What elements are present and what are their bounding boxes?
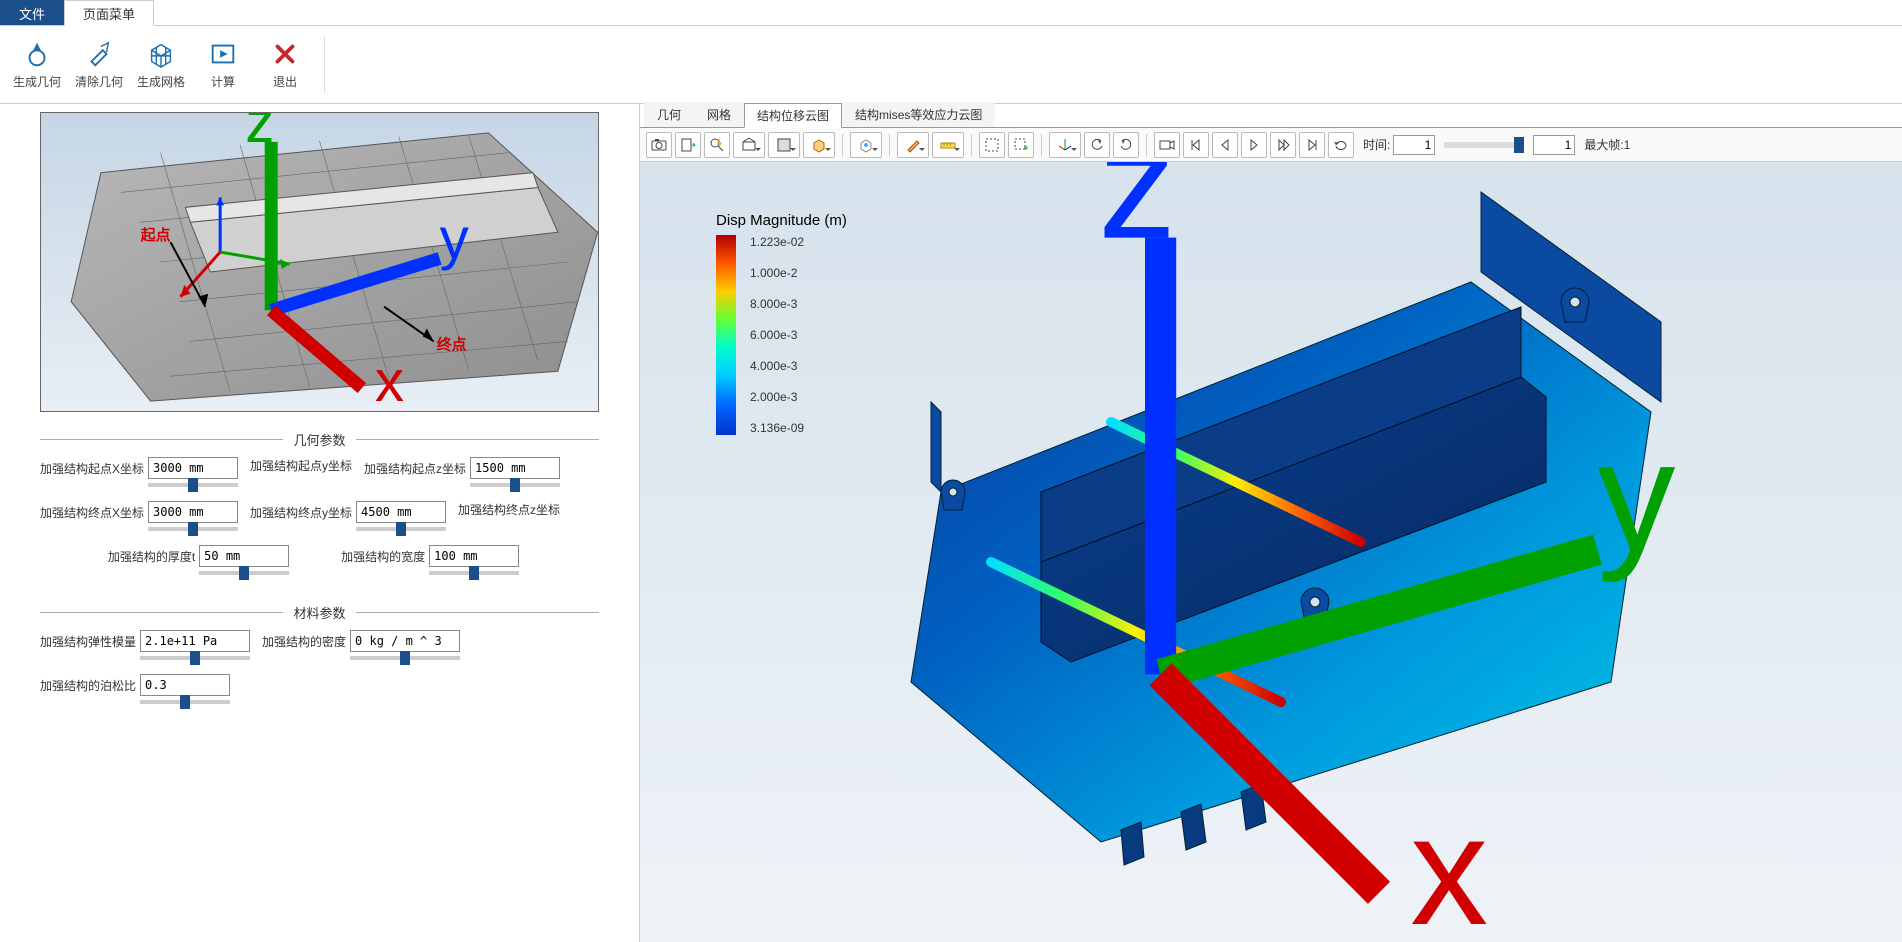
next-frame-icon[interactable]	[1270, 132, 1296, 158]
axes-mode-icon[interactable]	[1049, 132, 1081, 158]
end-y-label: 加强结构终点y坐标	[250, 504, 352, 521]
end-z-label: 加强结构终点z坐标	[458, 501, 560, 518]
view-reset-icon[interactable]	[733, 132, 765, 158]
color-by-icon[interactable]	[850, 132, 882, 158]
rotate-cw-icon[interactable]	[1113, 132, 1139, 158]
viewer-toolbar: 时间: 最大帧:1	[640, 128, 1902, 162]
end-x-slider[interactable]	[148, 527, 238, 531]
max-frame-label: 最大帧:1	[1584, 136, 1630, 153]
zoom-lightning-icon[interactable]	[704, 132, 730, 158]
thickness-input[interactable]	[199, 545, 289, 567]
start-x-label: 加强结构起点X坐标	[40, 460, 144, 477]
separator	[1041, 134, 1042, 156]
start-z-label: 加强结构起点z坐标	[364, 460, 466, 477]
frame-start-input[interactable]	[1393, 135, 1435, 155]
gen-mesh-button[interactable]: 生成网格	[134, 32, 188, 97]
movie-icon[interactable]	[1154, 132, 1180, 158]
camera-icon[interactable]	[646, 132, 672, 158]
tab-page-menu[interactable]: 页面菜单	[64, 0, 154, 26]
play-icon[interactable]	[1241, 132, 1267, 158]
menu-tabs: 文件 页面菜单	[0, 0, 1902, 26]
export-icon[interactable]	[675, 132, 701, 158]
start-x-slider[interactable]	[148, 483, 238, 487]
modulus-label: 加强结构弹性模量	[40, 633, 136, 650]
gen-mesh-label: 生成网格	[137, 73, 185, 90]
view-tabs: 几何 网格 结构位移云图 结构mises等效应力云图	[640, 104, 1902, 128]
gen-geom-label: 生成几何	[13, 73, 61, 90]
prev-frame-icon[interactable]	[1212, 132, 1238, 158]
start-z-slider[interactable]	[470, 483, 560, 487]
frame-slider[interactable]	[1444, 142, 1524, 148]
exit-label: 退出	[273, 73, 297, 90]
geometry-preview[interactable]: 起点 终点 z y x	[40, 112, 599, 412]
left-panel: 起点 终点 z y x 几何参数 加强结构起点X坐标	[0, 104, 640, 942]
modulus-input[interactable]	[140, 630, 250, 652]
brush-icon[interactable]	[897, 132, 929, 158]
tab-mesh[interactable]: 网格	[694, 102, 744, 127]
thickness-label: 加强结构的厚度t	[108, 548, 195, 565]
width-slider[interactable]	[429, 571, 519, 575]
right-panel: 几何 网格 结构位移云图 结构mises等效应力云图	[640, 104, 1902, 942]
start-x-input[interactable]	[148, 457, 238, 479]
shade-mode-icon[interactable]	[768, 132, 800, 158]
separator	[971, 134, 972, 156]
end-x-label: 加强结构终点X坐标	[40, 504, 144, 521]
ribbon: 生成几何 清除几何 生成网格 计算 退出	[0, 26, 1902, 104]
poisson-slider[interactable]	[140, 700, 230, 704]
compute-label: 计算	[211, 73, 235, 90]
density-input[interactable]	[350, 630, 460, 652]
density-slider[interactable]	[350, 656, 460, 660]
select-plus-icon[interactable]	[1008, 132, 1034, 158]
rotate-ccw-icon[interactable]	[1084, 132, 1110, 158]
material-params-legend: 材料参数	[283, 603, 355, 622]
separator	[842, 134, 843, 156]
material-params-group: 材料参数 加强结构弹性模量 加强结构的密度 加强结构的泊松比	[40, 603, 599, 718]
svg-text:y: y	[440, 206, 470, 271]
frame-end-input[interactable]	[1533, 135, 1575, 155]
svg-text:z: z	[1098, 162, 1176, 272]
tab-geometry[interactable]: 几何	[644, 102, 694, 127]
modulus-slider[interactable]	[140, 656, 250, 660]
tab-mises[interactable]: 结构mises等效应力云图	[842, 102, 995, 127]
svg-text:y: y	[1597, 410, 1675, 584]
viewport-triad-icon: z y x	[670, 162, 1902, 924]
ruler-icon[interactable]	[932, 132, 964, 158]
first-frame-icon[interactable]	[1183, 132, 1209, 158]
result-viewport[interactable]: Disp Magnitude (m) 1.223e-02 1.000e-2 8.…	[640, 162, 1902, 942]
exit-button[interactable]: 退出	[258, 32, 312, 97]
start-z-input[interactable]	[470, 457, 560, 479]
width-label: 加强结构的宽度	[341, 548, 425, 565]
svg-text:x: x	[375, 349, 404, 401]
end-x-input[interactable]	[148, 501, 238, 523]
representation-icon[interactable]	[803, 132, 835, 158]
poisson-label: 加强结构的泊松比	[40, 677, 136, 694]
preview-triad-icon: z y x	[51, 112, 599, 401]
loop-icon[interactable]	[1328, 132, 1354, 158]
svg-text:z: z	[245, 112, 274, 155]
density-label: 加强结构的密度	[262, 633, 346, 650]
end-y-input[interactable]	[356, 501, 446, 523]
last-frame-icon[interactable]	[1299, 132, 1325, 158]
select-box-icon[interactable]	[979, 132, 1005, 158]
time-label: 时间:	[1363, 136, 1390, 153]
separator	[889, 134, 890, 156]
geometry-params-group: 几何参数 加强结构起点X坐标 加强结构起点y坐标 加强结构起点z坐标	[40, 430, 599, 589]
width-input[interactable]	[429, 545, 519, 567]
gen-geom-button[interactable]: 生成几何	[10, 32, 64, 97]
thickness-slider[interactable]	[199, 571, 289, 575]
start-y-label: 加强结构起点y坐标	[250, 457, 352, 474]
ribbon-separator	[324, 36, 325, 93]
clear-geom-label: 清除几何	[75, 73, 123, 90]
svg-text:x: x	[1410, 784, 1488, 924]
tab-file[interactable]: 文件	[0, 0, 64, 25]
end-y-slider[interactable]	[356, 527, 446, 531]
poisson-input[interactable]	[140, 674, 230, 696]
clear-geom-button[interactable]: 清除几何	[72, 32, 126, 97]
geometry-params-legend: 几何参数	[283, 430, 355, 449]
separator	[1146, 134, 1147, 156]
tab-displacement[interactable]: 结构位移云图	[744, 103, 842, 128]
compute-button[interactable]: 计算	[196, 32, 250, 97]
